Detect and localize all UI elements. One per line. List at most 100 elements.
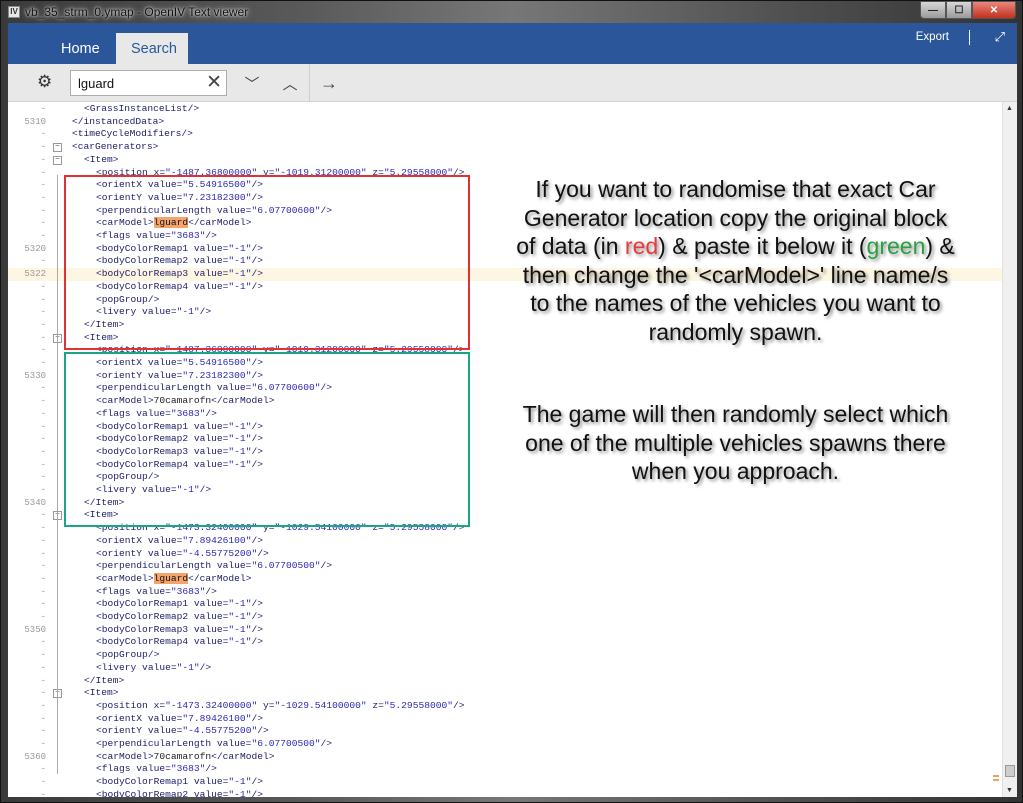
minimize-button[interactable]: — bbox=[920, 1, 946, 19]
code-text: <flags value="3683"/> bbox=[96, 586, 217, 599]
code-token: /> bbox=[453, 699, 465, 711]
copied-block-highlight bbox=[64, 352, 470, 527]
code-token: /> bbox=[205, 763, 217, 775]
find-previous-button[interactable]: ︿ bbox=[278, 72, 302, 94]
line-number: - bbox=[40, 535, 46, 546]
title-bar[interactable]: IV vb_35_strm_0.ymap - OpenIV Text viewe… bbox=[1, 1, 1022, 23]
search-match-highlight: lguard bbox=[153, 572, 189, 584]
attribute-value: "7.89426100" bbox=[182, 534, 252, 546]
attribute-value: "-1" bbox=[228, 636, 252, 648]
collapse-icon[interactable]: − bbox=[53, 143, 62, 153]
code-token: /> bbox=[251, 636, 263, 648]
code-token: /> bbox=[251, 598, 263, 610]
line-number: - bbox=[40, 332, 46, 343]
window-title: vb_35_strm_0.ymap - OpenIV Text viewer bbox=[25, 5, 249, 19]
code-line[interactable]: - <orientX value="7.89426100"/> bbox=[8, 535, 1002, 548]
code-line[interactable]: 5310 </instancedData> bbox=[8, 116, 1002, 129]
red-keyword: red bbox=[624, 233, 659, 259]
openiv-app-icon: IV bbox=[8, 6, 20, 18]
code-line[interactable]: - <flags value="3683"/> bbox=[8, 586, 1002, 599]
code-text: <livery value="-1"/> bbox=[96, 662, 211, 675]
ribbon: Home Search Export ⤢ bbox=[8, 23, 1017, 64]
code-line[interactable]: - <bodyColorRemap1 value="-1"/> bbox=[8, 776, 1002, 789]
code-token: /> bbox=[251, 534, 263, 546]
line-number: - bbox=[40, 446, 46, 457]
code-editor[interactable]: - <GrassInstanceList/> 5310 </instancedData… bbox=[8, 102, 1002, 797]
code-token: <Item> bbox=[84, 687, 119, 699]
code-line[interactable]: - <livery value="-1"/> bbox=[8, 662, 1002, 675]
code-text: <bodyColorRemap2 value="-1"/> bbox=[96, 789, 263, 797]
export-button[interactable]: Export bbox=[916, 31, 949, 43]
text-viewer: Home Search Export ⤢ ⚙ ✕ ﹀ ︿ → - <GrassIn… bbox=[8, 23, 1017, 797]
code-text: <bodyColorRemap1 value="-1"/> bbox=[96, 598, 263, 611]
attribute-value: "-4.55775200" bbox=[182, 547, 258, 559]
code-line[interactable]: - <flags value="3683"/> bbox=[8, 763, 1002, 776]
instruction-text: ) & paste it below it ( bbox=[658, 233, 867, 259]
code-line[interactable]: - <carModel>lguard</carModel> bbox=[8, 572, 1002, 586]
tab-home[interactable]: Home bbox=[45, 33, 116, 64]
line-number: - bbox=[40, 764, 46, 775]
code-line[interactable]: - <bodyColorRemap2 value="-1"/> bbox=[8, 611, 1002, 624]
find-next-button[interactable]: ﹀ bbox=[240, 72, 264, 94]
code-text: <Item> bbox=[84, 154, 119, 167]
code-line[interactable]: - <perpendicularLength value="6.07700500"… bbox=[8, 738, 1002, 751]
code-line[interactable]: -−<Item> bbox=[8, 154, 1002, 167]
line-number: - bbox=[40, 688, 46, 699]
code-token: <bodyColorRemap1 value= bbox=[96, 776, 229, 788]
code-line[interactable]: -−<Item> bbox=[8, 687, 1002, 700]
scroll-down-icon[interactable]: ▼ bbox=[1006, 787, 1013, 794]
code-token: /> bbox=[320, 738, 333, 749]
code-line[interactable]: - <perpendicularLength value="6.07700500"… bbox=[8, 560, 1002, 573]
code-token: /> bbox=[199, 661, 212, 673]
scrollbar-thumb[interactable] bbox=[1005, 765, 1015, 777]
scroll-up-icon[interactable]: ▲ bbox=[1006, 105, 1013, 112]
code-token: /> bbox=[251, 712, 263, 724]
code-line[interactable]: 5350 <bodyColorRemap3 value="-1"/> bbox=[8, 624, 1002, 637]
collapse-icon[interactable]: − bbox=[53, 155, 62, 165]
code-token: </carModel> bbox=[211, 750, 275, 762]
code-line[interactable]: - <orientX value="7.89426100"/> bbox=[8, 713, 1002, 726]
code-token: /> bbox=[251, 611, 263, 622]
code-line[interactable]: - − <carGenerators> bbox=[8, 141, 1002, 154]
line-number: - bbox=[40, 256, 46, 267]
attribute-value: "-1" bbox=[228, 776, 252, 788]
line-number: - bbox=[40, 510, 46, 521]
search-toolbar: ⚙ ✕ ﹀ ︿ → bbox=[8, 64, 1017, 102]
green-keyword: green bbox=[866, 233, 926, 259]
code-text: <bodyColorRemap2 value="-1"/> bbox=[96, 611, 263, 624]
gear-icon[interactable]: ⚙ bbox=[37, 73, 55, 91]
code-line[interactable]: - <GrassInstanceList/> bbox=[8, 103, 1002, 116]
attribute-value: "-1" bbox=[228, 788, 252, 797]
maximize-button[interactable]: ☐ bbox=[946, 1, 972, 19]
expand-icon[interactable]: ⤢ bbox=[995, 29, 1005, 45]
line-number: - bbox=[40, 383, 46, 394]
code-line[interactable]: - <bodyColorRemap4 value="-1"/> bbox=[8, 636, 1002, 649]
code-line[interactable]: - <position x="-1473.32400000" y="-1029.5… bbox=[8, 700, 1002, 713]
code-line[interactable]: - <bodyColorRemap1 value="-1"/> bbox=[8, 598, 1002, 611]
tab-search[interactable]: Search bbox=[116, 33, 188, 64]
go-to-line-icon[interactable]: → bbox=[317, 72, 341, 94]
code-line[interactable]: - <orientY value="-4.55775200"/> bbox=[8, 548, 1002, 561]
code-line[interactable]: - </Item> bbox=[8, 675, 1002, 688]
code-line[interactable]: - <popGroup/> bbox=[8, 649, 1002, 662]
code-line[interactable]: 5360 <carModel>70camarofn</carModel> bbox=[8, 751, 1002, 764]
code-line[interactable]: - <orientY value="-4.55775200"/> bbox=[8, 725, 1002, 738]
code-text: <orientX value="7.89426100"/> bbox=[96, 713, 263, 726]
vertical-scrollbar[interactable]: ▲ ▼ bbox=[993, 102, 1017, 797]
line-number: 5340 bbox=[24, 497, 46, 508]
line-number: - bbox=[40, 408, 46, 419]
line-number: - bbox=[40, 358, 46, 368]
code-token: <bodyColorRemap1 value= bbox=[96, 598, 229, 610]
search-input[interactable] bbox=[71, 75, 199, 91]
code-text: <perpendicularLength value="6.07700500"/… bbox=[96, 560, 332, 573]
code-text: <flags value="3683"/> bbox=[96, 763, 217, 776]
line-number: - bbox=[40, 675, 46, 686]
line-number: 5330 bbox=[24, 370, 46, 381]
code-line[interactable]: - <bodyColorRemap2 value="-1"/> bbox=[8, 789, 1002, 797]
line-number: - bbox=[40, 281, 46, 292]
line-number: 5322 bbox=[24, 269, 46, 280]
clear-search-icon[interactable]: ✕ bbox=[206, 73, 222, 93]
code-text: <carModel>lguard</carModel> bbox=[96, 572, 251, 586]
code-line[interactable]: - <timeCycleModifiers/> bbox=[8, 128, 1002, 141]
close-button[interactable]: ✕ bbox=[972, 1, 1016, 19]
